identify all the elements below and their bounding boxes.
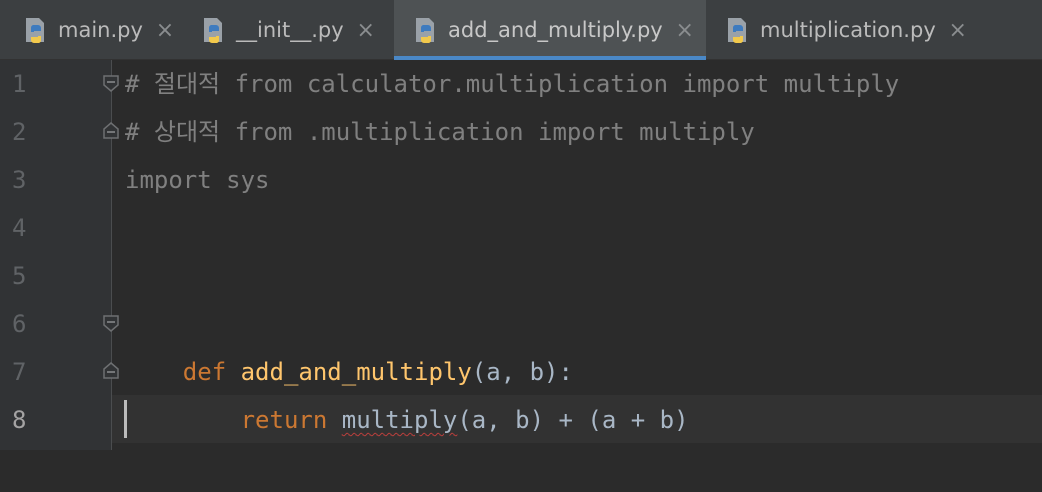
keyword-return: return xyxy=(240,406,328,434)
python-package-icon xyxy=(200,16,228,44)
editor-tab-bar: main.py × __init__.py × add_and_multiply… xyxy=(0,0,1042,60)
fold-start-icon[interactable] xyxy=(102,74,120,92)
tab-label: main.py xyxy=(58,18,143,42)
code-editor[interactable]: 1 2 3 4 5 6 7 8 # 절대적 from calculator.mu… xyxy=(0,60,1042,450)
line-number: 1 xyxy=(12,70,27,98)
line-number: 6 xyxy=(12,310,27,338)
line-number: 7 xyxy=(12,358,27,386)
python-file-icon xyxy=(22,16,50,44)
line-number: 2 xyxy=(12,118,27,146)
line-number-gutter: 1 2 3 4 5 6 7 8 xyxy=(0,60,112,450)
tab-label: add_and_multiply.py xyxy=(448,18,663,42)
close-tab-icon[interactable]: × xyxy=(356,18,376,43)
fold-guide xyxy=(111,60,112,450)
fold-end-icon[interactable] xyxy=(102,122,120,140)
code-line-3: import sys xyxy=(125,166,270,194)
fold-start-icon[interactable] xyxy=(102,314,120,332)
code-line-1: # 절대적 from calculator.multiplication imp… xyxy=(125,70,900,98)
code-line-6: def add_and_multiply(a, b): xyxy=(125,300,573,386)
expression: (a, b) + (a + b) xyxy=(457,406,689,434)
line-number: 5 xyxy=(12,262,27,290)
code-line-2: # 상대적 from .multiplication import multip… xyxy=(125,118,755,146)
tab-init-py[interactable]: __init__.py × xyxy=(200,0,390,60)
unresolved-reference: multiply xyxy=(341,406,458,434)
tab-multiplication-py[interactable]: multiplication.py × xyxy=(724,0,974,60)
code-line-7: return multiply(a, b) + (a + b) xyxy=(125,348,689,434)
tab-add-and-multiply-py[interactable]: add_and_multiply.py × xyxy=(394,0,706,60)
text-cursor xyxy=(124,400,127,438)
close-tab-icon[interactable]: × xyxy=(948,18,968,43)
python-file-icon xyxy=(724,16,752,44)
line-number: 3 xyxy=(12,166,27,194)
line-number: 4 xyxy=(12,214,27,242)
python-file-icon xyxy=(412,16,440,44)
tab-label: multiplication.py xyxy=(760,18,936,42)
line-number-current: 8 xyxy=(12,406,27,434)
close-tab-icon[interactable]: × xyxy=(675,18,695,43)
tab-label: __init__.py xyxy=(236,18,344,42)
close-tab-icon[interactable]: × xyxy=(155,18,175,43)
tab-main-py[interactable]: main.py × xyxy=(22,0,182,60)
fold-end-icon[interactable] xyxy=(102,362,120,380)
